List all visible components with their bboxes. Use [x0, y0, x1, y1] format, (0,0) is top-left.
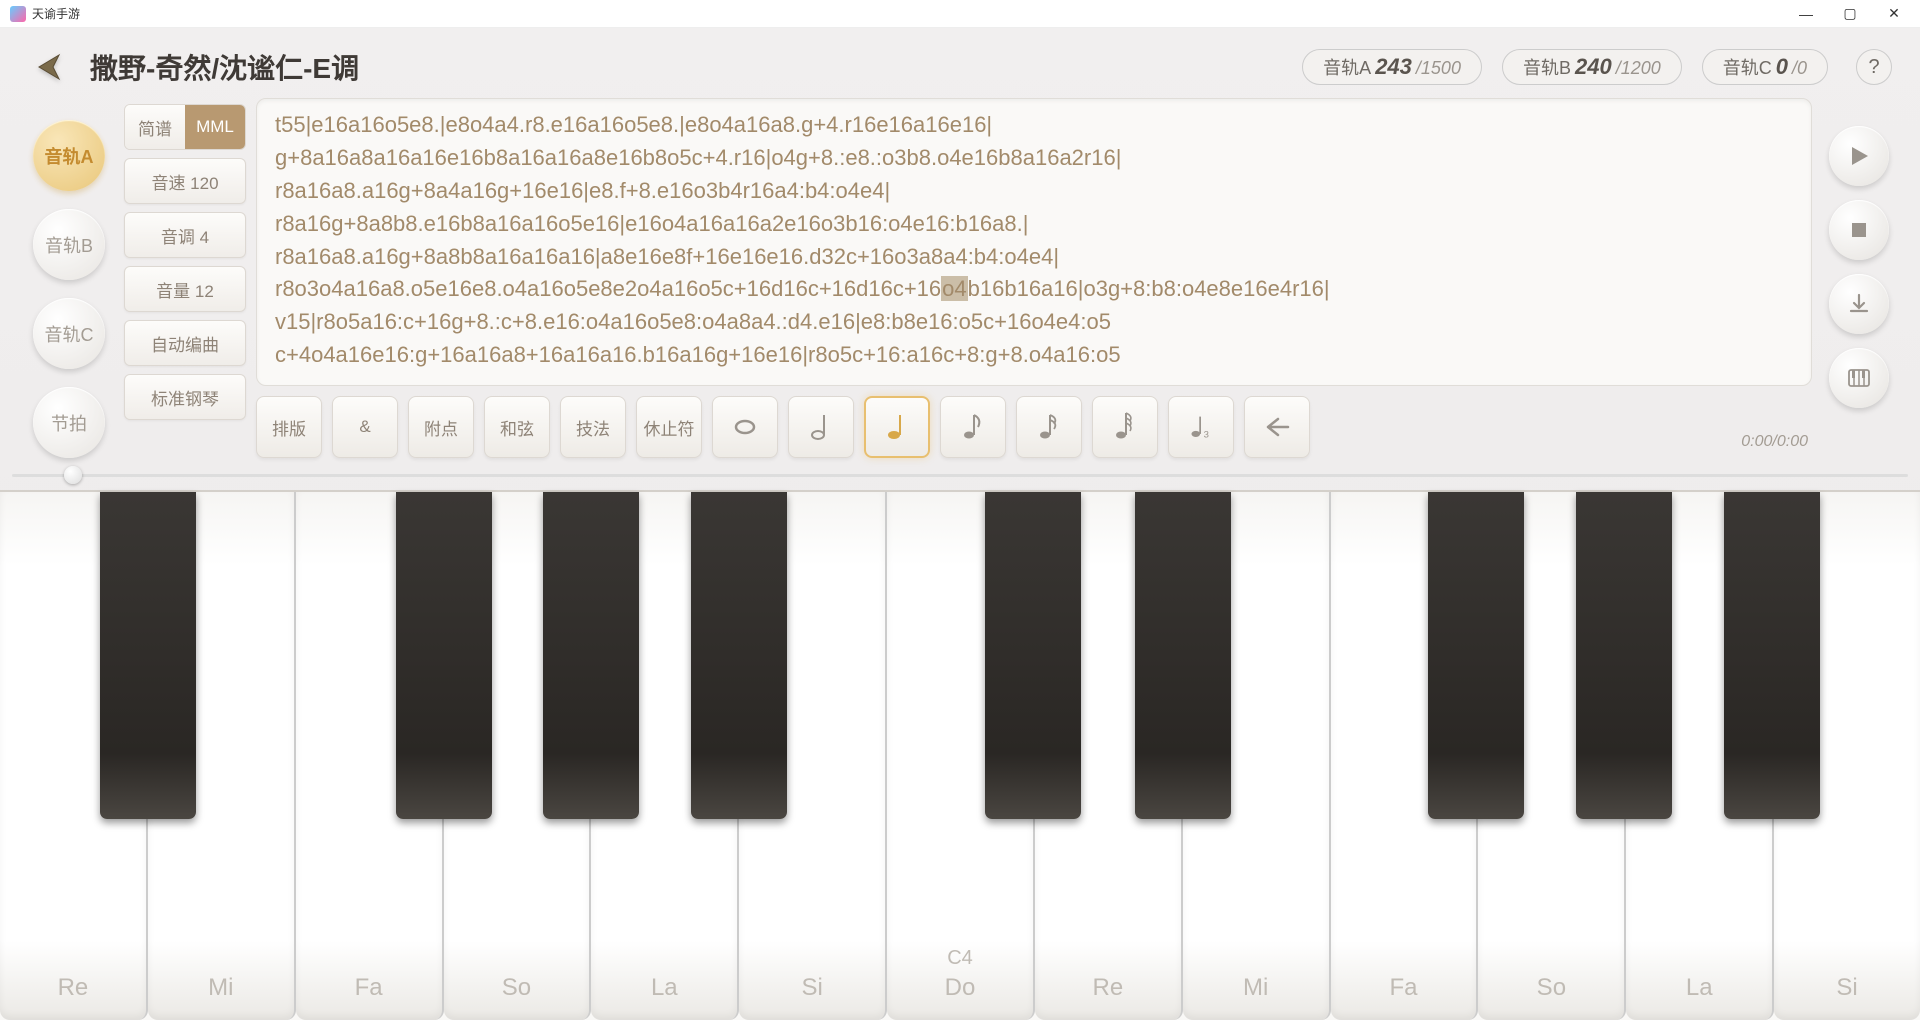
chord-button[interactable]: 和弦 — [484, 396, 550, 458]
tool-row: 排版 & 附点 和弦 技法 休止符 — [256, 396, 1812, 458]
whole-note-icon — [732, 411, 758, 443]
notation-tab-jianpu[interactable]: 简谱 — [125, 105, 185, 149]
format-button[interactable]: 排版 — [256, 396, 322, 458]
black-key-9[interactable] — [1724, 492, 1820, 819]
main-row: 音轨A 音轨B 音轨C 节拍 简谱 MML 音速 120 音调 4 音量 12 … — [0, 98, 1920, 458]
eighth-note-icon — [960, 411, 986, 443]
quarter-note-icon — [884, 411, 910, 443]
track-tab-b[interactable]: 音轨B — [33, 209, 105, 280]
triplet-button[interactable]: 3 — [1168, 396, 1234, 458]
mml-cursor: o4 — [941, 276, 967, 301]
back-icon — [29, 47, 69, 87]
black-key-7[interactable] — [1428, 492, 1524, 819]
technique-button[interactable]: 技法 — [560, 396, 626, 458]
action-column — [1822, 98, 1896, 458]
app-content: 撒野-奇然/沈谧仁-E调 音轨A 243 /1500 音轨B 240 /1200… — [0, 28, 1920, 1020]
help-button[interactable]: ? — [1856, 49, 1892, 85]
play-button[interactable] — [1829, 126, 1889, 186]
quarter-note-button[interactable] — [864, 396, 930, 458]
maximize-button[interactable]: ▢ — [1828, 0, 1872, 28]
slider-track — [12, 474, 1908, 477]
slider-thumb[interactable] — [64, 466, 82, 484]
half-note-icon — [808, 411, 834, 443]
time-display: 0:00/0:00 — [1741, 403, 1812, 451]
stop-icon — [1850, 221, 1868, 239]
sixteenth-note-icon — [1036, 411, 1062, 443]
mml-editor[interactable]: t55|e16a16o5e8.|e8o4a4.r8.e16a16o5e8.|e8… — [256, 98, 1812, 386]
speed-button[interactable]: 音速 120 — [124, 158, 246, 204]
half-note-button[interactable] — [788, 396, 854, 458]
track-tab-a[interactable]: 音轨A — [33, 120, 105, 191]
track-stat-c[interactable]: 音轨C 0 /0 — [1702, 49, 1828, 85]
play-icon — [1848, 145, 1870, 167]
black-key-1[interactable] — [100, 492, 196, 819]
back-button[interactable] — [28, 46, 70, 88]
backspace-button[interactable] — [1244, 396, 1310, 458]
param-column: 简谱 MML 音速 120 音调 4 音量 12 自动编曲 标准钢琴 — [124, 98, 246, 458]
download-button[interactable] — [1829, 274, 1889, 334]
rest-button[interactable]: 休止符 — [636, 396, 702, 458]
track-tab-c[interactable]: 音轨C — [33, 298, 105, 369]
track-stat-a[interactable]: 音轨A 243 /1500 — [1302, 49, 1482, 85]
thirtysecond-note-icon — [1112, 411, 1138, 443]
auto-compose-button[interactable]: 自动编曲 — [124, 320, 246, 366]
sixteenth-note-button[interactable] — [1016, 396, 1082, 458]
window-title: 天谕手游 — [32, 5, 1784, 22]
title-bar: 天谕手游 — ▢ ✕ — [0, 0, 1920, 28]
instrument-button[interactable]: 标准钢琴 — [124, 374, 246, 420]
dot-button[interactable]: 附点 — [408, 396, 474, 458]
triplet-icon: 3 — [1188, 411, 1214, 443]
header: 撒野-奇然/沈谧仁-E调 音轨A 243 /1500 音轨B 240 /1200… — [0, 28, 1920, 98]
position-slider[interactable] — [12, 468, 1908, 484]
svg-text:3: 3 — [1204, 429, 1209, 440]
keyboard-view-button[interactable] — [1829, 348, 1889, 408]
download-icon — [1848, 293, 1870, 315]
key-button[interactable]: 音调 4 — [124, 212, 246, 258]
notation-tab-mml[interactable]: MML — [185, 105, 245, 149]
backspace-icon — [1264, 411, 1290, 443]
thirtysecond-note-button[interactable] — [1092, 396, 1158, 458]
app-icon — [10, 6, 26, 22]
whole-note-button[interactable] — [712, 396, 778, 458]
track-stat-b[interactable]: 音轨B 240 /1200 — [1502, 49, 1682, 85]
piano-keyboard: Re Mi Fa So La Si C4Do Re Mi Fa So La Si — [0, 490, 1920, 1020]
stop-button[interactable] — [1829, 200, 1889, 260]
black-key-8[interactable] — [1576, 492, 1672, 819]
tempo-tab[interactable]: 节拍 — [33, 387, 105, 458]
track-tabs: 音轨A 音轨B 音轨C 节拍 — [24, 98, 114, 458]
editor: t55|e16a16o5e8.|e8o4a4.r8.e16a16o5e8.|e8… — [256, 98, 1812, 458]
notation-tabs: 简谱 MML — [124, 104, 246, 150]
black-key-3[interactable] — [543, 492, 639, 819]
black-key-6[interactable] — [1135, 492, 1231, 819]
keyboard-icon — [1848, 368, 1870, 388]
black-key-5[interactable] — [985, 492, 1081, 819]
black-key-2[interactable] — [396, 492, 492, 819]
tie-button[interactable]: & — [332, 396, 398, 458]
black-key-4[interactable] — [691, 492, 787, 819]
volume-button[interactable]: 音量 12 — [124, 266, 246, 312]
close-button[interactable]: ✕ — [1872, 0, 1916, 28]
eighth-note-button[interactable] — [940, 396, 1006, 458]
minimize-button[interactable]: — — [1784, 0, 1828, 28]
song-title: 撒野-奇然/沈谧仁-E调 — [90, 47, 359, 87]
